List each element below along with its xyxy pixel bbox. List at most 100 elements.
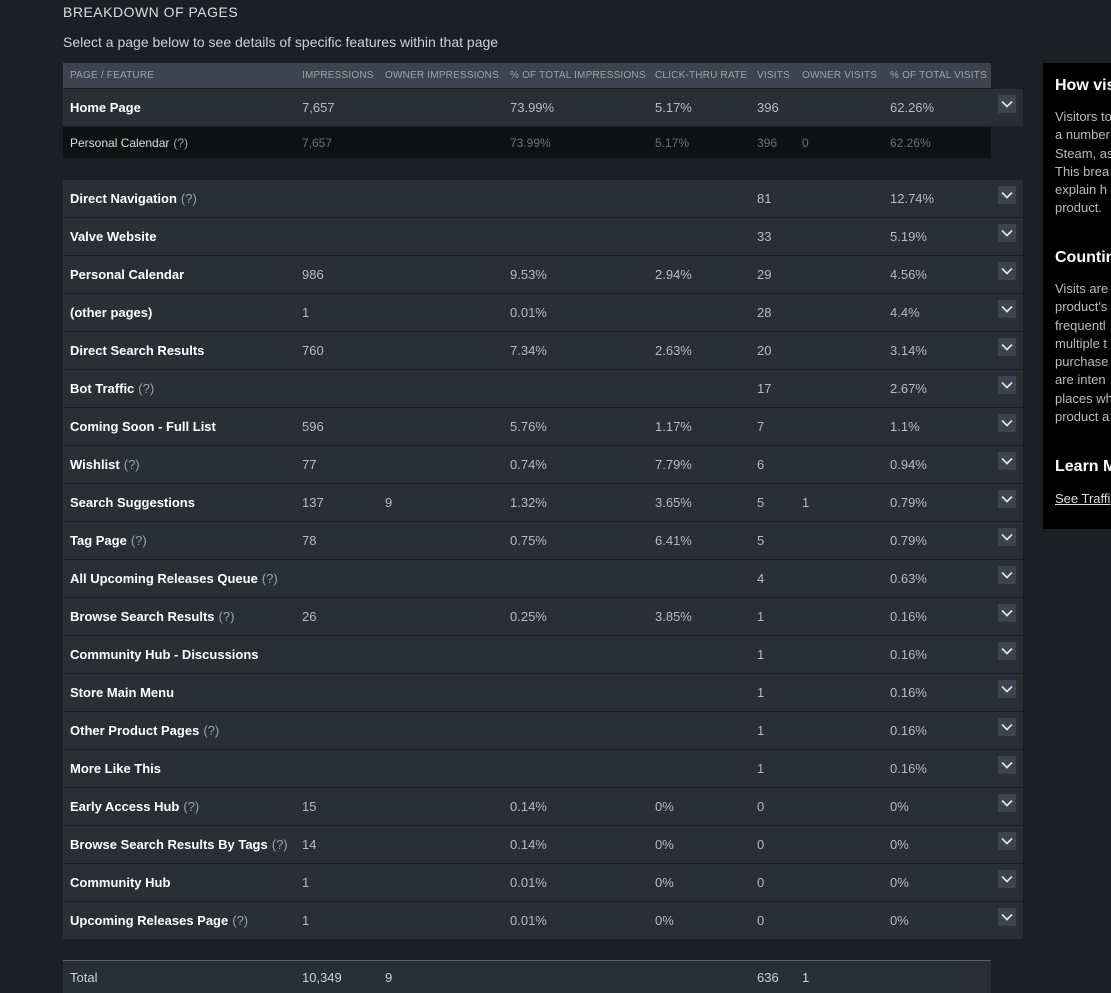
- header-page-feature[interactable]: PAGE / FEATURE: [70, 63, 154, 88]
- header-pct-total-impressions[interactable]: % OF TOTAL IMPRESSIONS: [510, 63, 646, 88]
- table-row[interactable]: Store Main Menu 1 0.16%: [63, 674, 1023, 712]
- chevron-down-icon[interactable]: [998, 414, 1016, 432]
- table-row[interactable]: Bot Traffic (?) 17 2.67%: [63, 370, 1023, 408]
- row-label: Coming Soon - Full List: [70, 419, 216, 434]
- chevron-down-icon[interactable]: [998, 262, 1016, 280]
- row-ctr: 0%: [655, 837, 674, 852]
- table-row-home-page[interactable]: Home Page 7,657 73.99% 5.17% 396 62.26%: [63, 89, 1023, 127]
- row-visits: 4: [757, 571, 765, 586]
- table-row[interactable]: Community Hub 1 0.01% 0% 0 0%: [63, 864, 1023, 902]
- panel-text-line: frequentl: [1055, 317, 1106, 333]
- table-row[interactable]: Upcoming Releases Page (?) 1 0.01% 0% 0 0%: [63, 902, 1023, 940]
- chevron-down-icon[interactable]: [998, 908, 1016, 926]
- row-label: Tag Page: [70, 533, 127, 548]
- row-ctr: 2.94%: [655, 267, 692, 282]
- help-icon[interactable]: (?): [232, 913, 248, 928]
- chevron-down-icon[interactable]: [998, 870, 1016, 888]
- row-ctr: 1.17%: [655, 419, 692, 434]
- help-icon[interactable]: (?): [181, 191, 197, 206]
- panel-text-line: Visits are: [1055, 281, 1109, 296]
- row-visits: 0: [757, 875, 765, 890]
- chevron-down-icon[interactable]: [998, 452, 1016, 470]
- row-pct-impressions: 5.76%: [510, 419, 547, 434]
- help-icon[interactable]: (?): [219, 609, 235, 624]
- chevron-down-icon[interactable]: [998, 186, 1016, 204]
- table-subrow-personal-calendar[interactable]: Personal Calendar (?) 7,657 73.99% 5.17%…: [63, 127, 1023, 159]
- chevron-down-icon[interactable]: [998, 604, 1016, 622]
- help-icon[interactable]: (?): [272, 837, 288, 852]
- table-row[interactable]: Browse Search Results (?) 26 0.25% 3.85% 1 0.1…: [63, 598, 1023, 636]
- table-row[interactable]: Direct Navigation (?) 81 12.74%: [63, 180, 1023, 218]
- chevron-down-icon[interactable]: [998, 338, 1016, 356]
- row-pct-visits: 2.67%: [890, 381, 927, 396]
- table-row[interactable]: Community Hub - Discussions 1 0.16%: [63, 636, 1023, 674]
- chevron-down-icon[interactable]: [998, 490, 1016, 508]
- table-row[interactable]: Other Product Pages (?) 1 0.16%: [63, 712, 1023, 750]
- table-body: Direct Navigation (?) 81 12.74% Valve Websit…: [63, 180, 1023, 940]
- table-row[interactable]: Browse Search Results By Tags (?) 14 0.14% 0…: [63, 826, 1023, 864]
- help-icon[interactable]: (?): [262, 571, 278, 586]
- chevron-down-icon[interactable]: [998, 224, 1016, 242]
- help-icon[interactable]: (?): [173, 136, 188, 150]
- table-row[interactable]: Search Suggestions 137 9 1.32% 3.65% 5 1 0.79%: [63, 484, 1023, 522]
- page-title: BREAKDOWN OF PAGES: [63, 4, 239, 20]
- row-label: Early Access Hub: [70, 799, 180, 814]
- chevron-down-icon[interactable]: [998, 376, 1016, 394]
- table-row[interactable]: Personal Calendar 986 9.53% 2.94% 29 4.56%: [63, 256, 1023, 294]
- table-row[interactable]: Early Access Hub (?) 15 0.14% 0% 0 0%: [63, 788, 1023, 826]
- row-pct-impressions: 0.01%: [510, 913, 547, 928]
- header-owner-visits[interactable]: OWNER VISITS: [802, 63, 877, 88]
- chevron-down-icon[interactable]: [998, 95, 1016, 113]
- chevron-down-icon[interactable]: [998, 642, 1016, 660]
- help-icon[interactable]: (?): [203, 723, 219, 738]
- chevron-down-icon[interactable]: [998, 528, 1016, 546]
- row-name: Community Hub: [70, 864, 170, 901]
- header-owner-impressions[interactable]: OWNER IMPRESSIONS: [385, 63, 499, 88]
- total-owner-impressions: 9: [385, 969, 393, 985]
- row-pct-visits: 0.16%: [890, 609, 927, 624]
- chevron-down-icon[interactable]: [998, 756, 1016, 774]
- row-pct-visits: 3.14%: [890, 343, 927, 358]
- help-icon[interactable]: (?): [131, 533, 147, 548]
- total-owner-visits: 1: [802, 969, 810, 985]
- table-row[interactable]: More Like This 1 0.16%: [63, 750, 1023, 788]
- help-icon[interactable]: (?): [183, 799, 199, 814]
- row-visits: 29: [757, 267, 772, 282]
- see-traffic-link[interactable]: See Traffi: [1055, 491, 1110, 506]
- row-name: Direct Navigation (?): [70, 180, 197, 217]
- chevron-down-icon[interactable]: [998, 794, 1016, 812]
- row-pct-visits: 0%: [890, 913, 909, 928]
- row-pct-visits: 4.56%: [890, 267, 927, 282]
- row-pct-visits: 0.16%: [890, 685, 927, 700]
- help-icon[interactable]: (?): [138, 381, 154, 396]
- table-row[interactable]: (other pages) 1 0.01% 28 4.4%: [63, 294, 1023, 332]
- header-impressions[interactable]: IMPRESSIONS: [302, 63, 374, 88]
- panel-text-line: purchase: [1055, 354, 1109, 370]
- header-visits[interactable]: VISITS: [757, 63, 790, 88]
- table-row[interactable]: All Upcoming Releases Queue (?) 4 0.63%: [63, 560, 1023, 598]
- help-icon[interactable]: (?): [124, 457, 140, 472]
- chevron-down-icon[interactable]: [998, 680, 1016, 698]
- row-label: Community Hub - Discussions: [70, 647, 259, 662]
- chevron-down-icon[interactable]: [998, 566, 1016, 584]
- row-visits: 0: [757, 799, 765, 814]
- total-label: Total: [70, 969, 98, 985]
- panel-heading-counting: Countin: [1055, 249, 1111, 266]
- header-pct-total-visits[interactable]: % OF TOTAL VISITS: [890, 63, 987, 88]
- row-name: Browse Search Results By Tags (?): [70, 826, 288, 863]
- table-row[interactable]: Tag Page (?) 78 0.75% 6.41% 5 0.79%: [63, 522, 1023, 560]
- row-visits: 1: [757, 761, 765, 776]
- table-row[interactable]: Direct Search Results 760 7.34% 2.63% 20 3.14…: [63, 332, 1023, 370]
- subrow-visits: 396: [757, 135, 778, 150]
- row-name: (other pages): [70, 294, 152, 331]
- chevron-down-icon[interactable]: [998, 832, 1016, 850]
- row-visits: 396: [757, 100, 779, 115]
- table-row[interactable]: Wishlist (?) 77 0.74% 7.79% 6 0.94%: [63, 446, 1023, 484]
- panel-para-visits: Visits are product's frequentl multiple t pu…: [1055, 280, 1111, 426]
- table-row[interactable]: Valve Website 33 5.19%: [63, 218, 1023, 256]
- table-row[interactable]: Coming Soon - Full List 596 5.76% 1.17% 7 1.1…: [63, 408, 1023, 446]
- chevron-down-icon[interactable]: [998, 300, 1016, 318]
- row-name: Community Hub - Discussions: [70, 636, 259, 673]
- header-click-thru-rate[interactable]: CLICK-THRU RATE: [655, 63, 747, 88]
- chevron-down-icon[interactable]: [998, 718, 1016, 736]
